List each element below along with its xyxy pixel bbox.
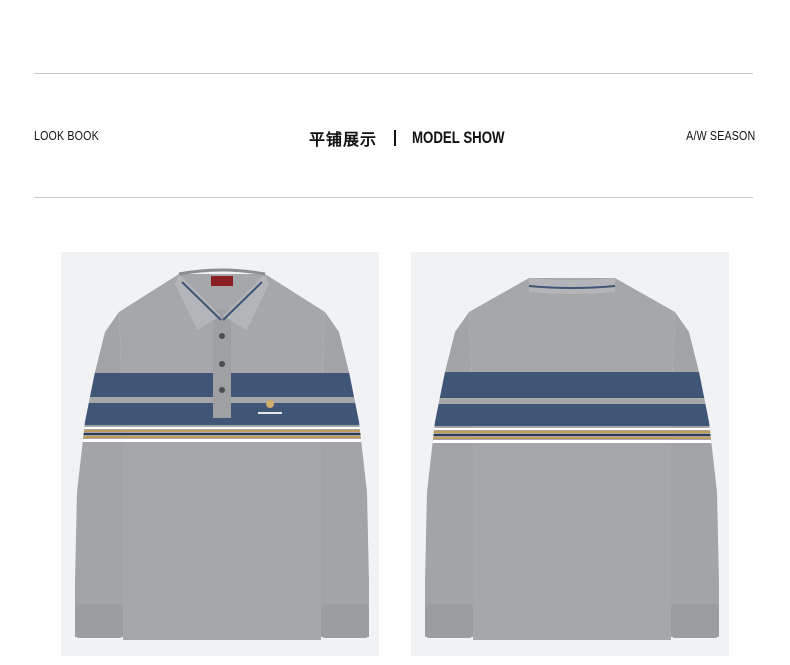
section-title: 平铺展示 MODEL SHOW	[309, 126, 531, 150]
product-photo-front	[61, 252, 379, 656]
title-cn: 平铺展示	[309, 132, 378, 149]
season-label: A/W SEASON	[685, 128, 755, 143]
product-photo-back	[411, 252, 729, 656]
polo-shirt-back-icon	[425, 278, 719, 640]
polo-shirt-front-icon	[75, 268, 369, 640]
title-separator	[394, 130, 397, 146]
top-divider	[34, 73, 753, 74]
bottom-divider	[34, 197, 753, 198]
look-book-label: LOOK BOOK	[34, 128, 99, 143]
title-en: MODEL SHOW	[412, 128, 505, 147]
section-header: LOOK BOOK 平铺展示 MODEL SHOW A/W SEASON	[0, 126, 790, 150]
